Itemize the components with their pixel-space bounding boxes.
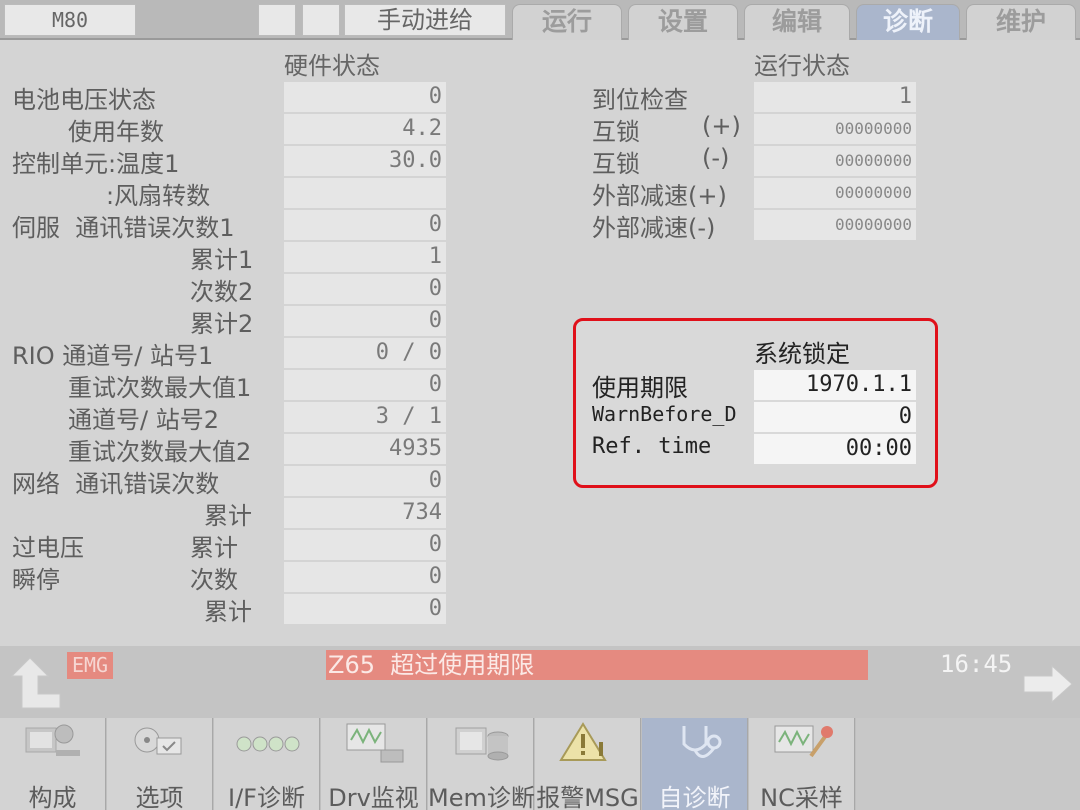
years-used-label: 使用年数 bbox=[68, 118, 164, 146]
option-icon bbox=[134, 727, 182, 755]
tab-maintenance[interactable]: 维护 bbox=[966, 4, 1076, 40]
interlock-plus-sign: (+) bbox=[702, 112, 741, 140]
tab-run[interactable]: 运行 bbox=[512, 4, 622, 40]
softkey-nc-sampling[interactable]: NC采样 bbox=[749, 718, 855, 810]
external-decel-minus-value: 00000000 bbox=[754, 210, 916, 240]
hardware-status-title: 硬件状态 bbox=[284, 52, 380, 80]
blank-indicator-2 bbox=[302, 4, 340, 36]
interlock-plus-value: 00000000 bbox=[754, 114, 916, 144]
external-decel-minus-label: 外部减速(-) bbox=[592, 214, 716, 242]
power-interruption-count-value: 0 bbox=[284, 562, 446, 592]
softkey-interface-diagnosis[interactable]: I/F诊断 bbox=[214, 718, 320, 810]
network-total-value: 734 bbox=[284, 498, 446, 528]
rio-channel-station2-value: 3 / 1 bbox=[284, 402, 446, 432]
softkey-option-label: 选项 bbox=[135, 784, 184, 810]
softkey-memory-diagnosis[interactable]: Mem诊断 bbox=[428, 718, 535, 810]
stethoscope-icon bbox=[682, 726, 722, 758]
interface-diagnosis-icon bbox=[236, 736, 300, 752]
rio-retry-max1-label: 重试次数最大值1 bbox=[68, 374, 252, 402]
softkey-alarm-message[interactable]: 报警MSG bbox=[535, 718, 641, 810]
power-interruption-label: 瞬停 bbox=[12, 566, 60, 594]
servo-comm-error-label: 伺服 通讯错误次数1 bbox=[12, 214, 235, 242]
tab-setup[interactable]: 设置 bbox=[628, 4, 738, 40]
expiry-date-label: 使用期限 bbox=[592, 374, 688, 402]
warn-before-days-value[interactable]: 0 bbox=[754, 402, 916, 432]
blank-indicator-1 bbox=[258, 4, 296, 36]
rio-channel-station2-label: 通道号/ 站号2 bbox=[68, 406, 219, 434]
drive-monitor-icon bbox=[346, 723, 404, 763]
expiry-date-value[interactable]: 1970.1.1 bbox=[754, 370, 916, 400]
servo-count2-label: 次数2 bbox=[190, 278, 254, 306]
warn-before-days-label: WarnBefore_D bbox=[592, 402, 737, 426]
softkey-option[interactable]: 选项 bbox=[107, 718, 213, 810]
softkey-configuration[interactable]: 构成 bbox=[0, 718, 106, 810]
in-position-check-label: 到位检查 bbox=[592, 86, 688, 114]
network-comm-error-value: 0 bbox=[284, 466, 446, 496]
softkey-self-diagnosis[interactable]: 自诊断 bbox=[642, 718, 748, 810]
servo-count2-value: 0 bbox=[284, 274, 446, 304]
servo-comm-error-value: 0 bbox=[284, 210, 446, 240]
nc-sampling-icon bbox=[774, 725, 833, 758]
softkey-nc-sampling-label: NC采样 bbox=[760, 784, 843, 810]
rio-retry-max2-value: 4935 bbox=[284, 434, 446, 464]
alarm-message: Z65 超过使用期限 bbox=[326, 650, 868, 680]
configuration-icon bbox=[25, 724, 80, 756]
softkey-interface-diagnosis-label: I/F诊断 bbox=[228, 784, 305, 810]
network-total-label: 累计 bbox=[204, 502, 252, 530]
softkey-memory-diagnosis-label: Mem诊断 bbox=[428, 784, 535, 810]
model-name: M80 bbox=[4, 4, 136, 36]
previous-menu-arrow-icon[interactable] bbox=[10, 656, 66, 712]
battery-voltage-label: 电池电压状态 bbox=[12, 86, 156, 114]
servo-total2-value: 0 bbox=[284, 306, 446, 336]
interlock-minus-sign: (-) bbox=[702, 144, 730, 172]
external-decel-plus-label: 外部减速(+) bbox=[592, 182, 727, 210]
softkey-self-diagnosis-label: 自诊断 bbox=[658, 784, 731, 810]
fan-speed-label: :风扇转数 bbox=[106, 182, 211, 210]
battery-voltage-value: 0 bbox=[284, 82, 446, 112]
alarm-warning-icon bbox=[559, 722, 607, 761]
top-bar: M80 手动进给 运行 设置 编辑 诊断 维护 bbox=[0, 0, 1080, 40]
softkey-drive-monitor-label: Drv监视 bbox=[328, 784, 419, 810]
ref-time-value[interactable]: 00:00 bbox=[754, 434, 916, 464]
rio-channel-station1-value: 0 / 0 bbox=[284, 338, 446, 368]
system-lock-title: 系统锁定 bbox=[754, 340, 850, 368]
softkey-alarm-message-label: 报警MSG bbox=[536, 784, 639, 810]
interlock-plus-label: 互锁 bbox=[592, 118, 640, 146]
interlock-minus-label: 互锁 bbox=[592, 150, 640, 178]
tab-diagnosis[interactable]: 诊断 bbox=[856, 4, 960, 40]
tab-edit[interactable]: 编辑 bbox=[744, 4, 850, 40]
rio-retry-max1-value: 0 bbox=[284, 370, 446, 400]
softkey-configuration-label: 构成 bbox=[28, 784, 77, 810]
external-decel-plus-value: 00000000 bbox=[754, 178, 916, 208]
power-interruption-total-value: 0 bbox=[284, 594, 446, 624]
operation-mode: 手动进给 bbox=[344, 4, 506, 36]
next-menu-arrow-icon[interactable] bbox=[1020, 664, 1076, 704]
control-unit-temp-label: 控制单元:温度1 bbox=[12, 150, 180, 178]
softkey-drive-monitor[interactable]: Drv监视 bbox=[321, 718, 427, 810]
network-comm-error-label: 网络 通讯错误次数 bbox=[12, 470, 220, 498]
servo-total1-label: 累计1 bbox=[190, 246, 254, 274]
fan-speed-value bbox=[284, 178, 446, 208]
softkey-empty bbox=[856, 718, 1080, 810]
clock: 16:45 bbox=[940, 650, 1013, 678]
overvoltage-label: 过电压 bbox=[12, 534, 84, 562]
servo-total1-value: 1 bbox=[284, 242, 446, 272]
control-unit-temp-value: 30.0 bbox=[284, 146, 446, 176]
power-interruption-total-label: 累计 bbox=[204, 598, 252, 626]
rio-channel-station1-label: RIO 通道号/ 站号1 bbox=[12, 342, 214, 370]
rio-retry-max2-label: 重试次数最大值2 bbox=[68, 438, 252, 466]
ref-time-label: Ref. time bbox=[592, 434, 712, 459]
operation-status-title: 运行状态 bbox=[754, 52, 850, 80]
years-used-value: 4.2 bbox=[284, 114, 446, 144]
overvoltage-total-value: 0 bbox=[284, 530, 446, 560]
emergency-stop-indicator: EMG bbox=[67, 652, 113, 679]
memory-diagnosis-icon bbox=[455, 727, 509, 761]
power-interruption-count-label: 次数 bbox=[190, 566, 238, 594]
servo-total2-label: 累计2 bbox=[190, 310, 254, 338]
overvoltage-total-label: 累计 bbox=[190, 534, 238, 562]
in-position-check-value: 1 bbox=[754, 82, 916, 112]
interlock-minus-value: 00000000 bbox=[754, 146, 916, 176]
